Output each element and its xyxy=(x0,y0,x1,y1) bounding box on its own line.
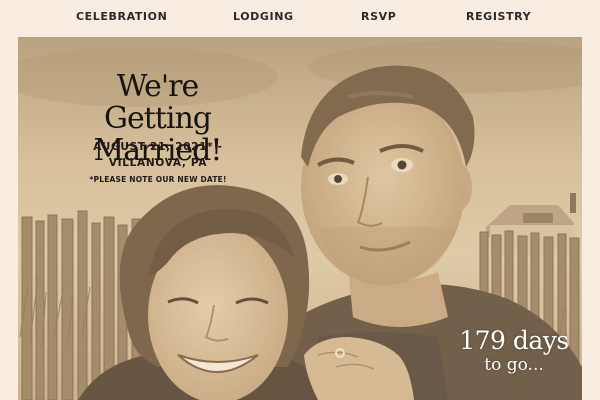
nav-link-registry[interactable]: REGISTRY xyxy=(466,10,531,23)
top-navigation: CELEBRATION LODGING RSVP REGISTRY xyxy=(0,0,600,36)
countdown: 179 days to go... xyxy=(458,326,570,376)
countdown-suffix: to go... xyxy=(484,355,544,375)
nav-link-celebration[interactable]: CELEBRATION xyxy=(76,10,167,23)
countdown-days: 179 days xyxy=(459,326,569,355)
hero-section: We're Getting Married! AUGUST 21, 2021* … xyxy=(18,37,582,400)
nav-link-rsvp[interactable]: RSVP xyxy=(361,10,396,23)
nav-link-lodging[interactable]: LODGING xyxy=(233,10,294,23)
date-change-note: *PLEASE NOTE OUR NEW DATE! xyxy=(89,175,227,184)
wedding-date: AUGUST 21, 2021* - xyxy=(93,141,223,153)
wedding-location: VILLANOVA, PA xyxy=(108,157,208,169)
